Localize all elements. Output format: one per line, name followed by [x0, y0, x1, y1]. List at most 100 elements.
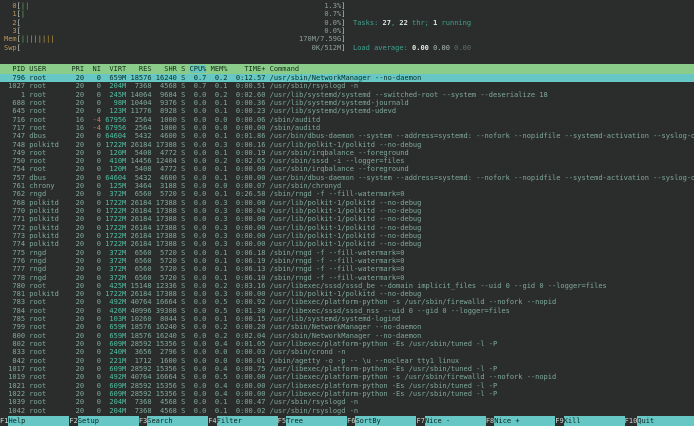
fkey-nice-button[interactable]: F7Nice - — [416, 416, 485, 426]
process-row[interactable]: 1022 root 20 0 609M 28592 15356 S 0.0 0.… — [0, 390, 694, 398]
cell-res: 28592 — [131, 340, 152, 348]
cell-user: root — [29, 149, 67, 157]
cell-mem-pct: 0.1 — [211, 174, 228, 182]
process-row[interactable]: 688 root 20 0 98M 10404 9376 S 0.0 0.1 0… — [0, 99, 694, 107]
cell-mem-pct: 0.2 — [211, 91, 228, 99]
fkey-search-button[interactable]: F3Search — [139, 416, 208, 426]
column-header-time[interactable]: TIME+ — [232, 65, 266, 73]
cell-command: /usr/sbin/irqbalance --foreground — [270, 149, 409, 157]
cell-virt: 372M — [105, 190, 126, 198]
process-row[interactable]: 768 polkitd 20 0 1722M 26184 17388 S 0.0… — [0, 199, 694, 207]
column-header-command[interactable]: Command — [270, 65, 300, 73]
process-row[interactable]: 1 root 20 0 245M 14064 9684 S 0.0 0.2 0:… — [0, 91, 694, 99]
column-header-ni[interactable]: NI — [88, 65, 101, 73]
fkey-kill-button[interactable]: F9Kill — [555, 416, 624, 426]
column-header-pri[interactable]: PRI — [71, 65, 84, 73]
process-row[interactable]: 1017 root 20 0 609M 28592 15356 S 0.0 0.… — [0, 365, 694, 373]
fkey-label: Search — [147, 416, 208, 426]
cell-time: 0:00.03 — [232, 348, 266, 356]
cell-time: 0:06.18 — [232, 249, 266, 257]
process-row[interactable]: 716 root 16 -4 67956 2564 1000 S 0.0 0.0… — [0, 116, 694, 124]
cell-user: root — [29, 157, 67, 165]
cell-shr: 16664 — [156, 298, 177, 306]
process-row[interactable]: 799 root 20 0 659M 18576 16240 S 0.0 0.2… — [0, 323, 694, 331]
process-row[interactable]: 1039 root 20 0 204M 7368 4568 S 0.0 0.1 … — [0, 398, 694, 406]
threads-count: 22 — [399, 19, 407, 27]
column-header-mem[interactable]: MEM% — [211, 65, 228, 73]
process-row[interactable]: 800 root 20 0 659M 18576 16240 S 0.0 0.2… — [0, 332, 694, 340]
process-row[interactable]: 796 root 20 0 659M 18576 16240 S 0.7 0.2… — [0, 74, 694, 82]
load-average-line: Load average: 0.00 0.00 0.00 — [353, 44, 471, 52]
fkey-filter-button[interactable]: F4Filter — [208, 416, 277, 426]
column-header-shr[interactable]: SHR — [156, 65, 177, 73]
process-row[interactable]: 778 rngd 20 0 372M 6560 5720 S 0.0 0.1 0… — [0, 274, 694, 282]
process-row[interactable]: 1021 root 20 0 609M 28592 15356 S 0.0 0.… — [0, 382, 694, 390]
cell-command: /usr/sbin/rsyslogd -n — [270, 398, 359, 406]
process-row[interactable]: 775 rngd 20 0 372M 6560 5720 S 0.0 0.1 0… — [0, 249, 694, 257]
cell-pri: 20 — [71, 257, 84, 265]
column-header-res[interactable]: RES — [131, 65, 152, 73]
process-row[interactable]: 781 polkitd 20 0 1722M 26184 17388 S 0.0… — [0, 290, 694, 298]
process-row[interactable]: 762 rngd 20 0 372M 6560 5720 S 0.0 0.1 0… — [0, 190, 694, 198]
process-row[interactable]: 749 root 20 0 120M 5408 4772 S 0.0 0.1 0… — [0, 149, 694, 157]
process-row[interactable]: 761 chrony 20 0 125M 3464 3188 S 0.0 0.0… — [0, 182, 694, 190]
process-row[interactable]: 783 root 20 0 492M 40764 16664 S 0.0 0.5… — [0, 298, 694, 306]
cell-ni: 0 — [88, 190, 101, 198]
process-row[interactable]: 1027 root 20 0 204M 7368 4568 S 0.7 0.1 … — [0, 82, 694, 90]
column-header-user[interactable]: USER — [29, 65, 67, 73]
process-row[interactable]: 645 root 20 0 123M 11776 8928 S 0.0 0.1 … — [0, 107, 694, 115]
cell-cpu-pct: 0.0 — [190, 340, 207, 348]
cell-pid: 750 — [4, 157, 25, 165]
process-row[interactable]: 1042 root 20 0 204M 7368 4568 S 0.0 0.1 … — [0, 407, 694, 415]
process-row[interactable]: 833 root 20 0 240M 3656 2796 S 0.0 0.0 0… — [0, 348, 694, 356]
fkey-setup-button[interactable]: F2Setup — [69, 416, 138, 426]
process-row[interactable]: 750 root 20 0 410M 14456 12404 S 0.0 0.2… — [0, 157, 694, 165]
fkey-help-button[interactable]: F1Help — [0, 416, 69, 426]
process-row[interactable]: 780 root 20 0 425M 15148 12336 S 0.0 0.2… — [0, 282, 694, 290]
process-row[interactable]: 802 root 20 0 609M 28592 15356 S 0.0 0.4… — [0, 340, 694, 348]
cell-time: 0:00.02 — [232, 407, 266, 415]
process-row[interactable]: 784 root 20 0 426M 40996 39308 S 0.0 0.5… — [0, 307, 694, 315]
process-row[interactable]: 773 polkitd 20 0 1722M 26184 17388 S 0.0… — [0, 232, 694, 240]
cell-command: /usr/lib/polkit-1/polkitd --no-debug — [270, 141, 422, 149]
cell-virt: 425M — [105, 282, 126, 290]
process-row[interactable]: 747 dbus 20 0 64604 5432 4600 S 0.0 0.1 … — [0, 132, 694, 140]
process-row[interactable]: 774 polkitd 20 0 1722M 26184 17388 S 0.0… — [0, 240, 694, 248]
cell-mem-pct: 0.3 — [211, 199, 228, 207]
cell-ni: 0 — [88, 215, 101, 223]
process-row[interactable]: 776 rngd 20 0 372M 6560 5720 S 0.0 0.1 0… — [0, 257, 694, 265]
process-row[interactable]: 771 polkitd 20 0 1722M 26184 17388 S 0.0… — [0, 215, 694, 223]
process-row[interactable]: 772 polkitd 20 0 1722M 26184 17388 S 0.0… — [0, 224, 694, 232]
process-row[interactable]: 770 polkitd 20 0 1722M 26184 17388 S 0.0… — [0, 207, 694, 215]
fkey-tree-button[interactable]: F5Tree — [278, 416, 347, 426]
cell-cpu-pct: 0.0 — [190, 149, 207, 157]
cell-pri: 20 — [71, 398, 84, 406]
cell-mem-pct: 0.1 — [211, 165, 228, 173]
process-table: 796 root 20 0 659M 18576 16240 S 0.7 0.2… — [0, 74, 694, 415]
cell-pri: 20 — [71, 249, 84, 257]
column-header-pid[interactable]: PID — [4, 65, 25, 73]
fkey-nice-button[interactable]: F8Nice + — [486, 416, 555, 426]
process-row[interactable]: 785 root 20 0 103M 10260 8044 S 0.0 0.1 … — [0, 315, 694, 323]
cell-time: 0:00.07 — [232, 182, 266, 190]
running-label: running — [437, 19, 471, 27]
cell-command: /sbin/auditd — [270, 116, 321, 124]
cell-pid: 761 — [4, 182, 25, 190]
cell-res: 40996 — [131, 307, 152, 315]
fkey-label: Help — [8, 416, 69, 426]
process-row[interactable]: 842 root 20 0 221M 1712 1600 S 0.0 0.0 0… — [0, 357, 694, 365]
cell-ni: 0 — [88, 91, 101, 99]
process-row[interactable]: 777 rngd 20 0 372M 6560 5720 S 0.0 0.1 0… — [0, 265, 694, 273]
cell-res: 10404 — [131, 99, 152, 107]
column-header-virt[interactable]: VIRT — [105, 65, 126, 73]
column-header-cpu[interactable]: CPU% — [190, 65, 207, 73]
cell-res: 2564 — [131, 124, 152, 132]
fkey-quit-button[interactable]: F10Quit — [625, 416, 694, 426]
process-row[interactable]: 757 dbus 20 0 64604 5432 4600 S 0.0 0.1 … — [0, 174, 694, 182]
process-row[interactable]: 1019 root 20 0 492M 40764 16664 S 0.0 0.… — [0, 373, 694, 381]
process-row[interactable]: 748 polkitd 20 0 1722M 26184 17388 S 0.0… — [0, 141, 694, 149]
fkey-sortby-button[interactable]: F6SortBy — [347, 416, 416, 426]
process-row[interactable]: 717 root 16 -4 67956 2564 1000 S 0.0 0.0… — [0, 124, 694, 132]
cell-pri: 20 — [71, 332, 84, 340]
process-row[interactable]: 754 root 20 0 120M 5408 4772 S 0.0 0.1 0… — [0, 165, 694, 173]
